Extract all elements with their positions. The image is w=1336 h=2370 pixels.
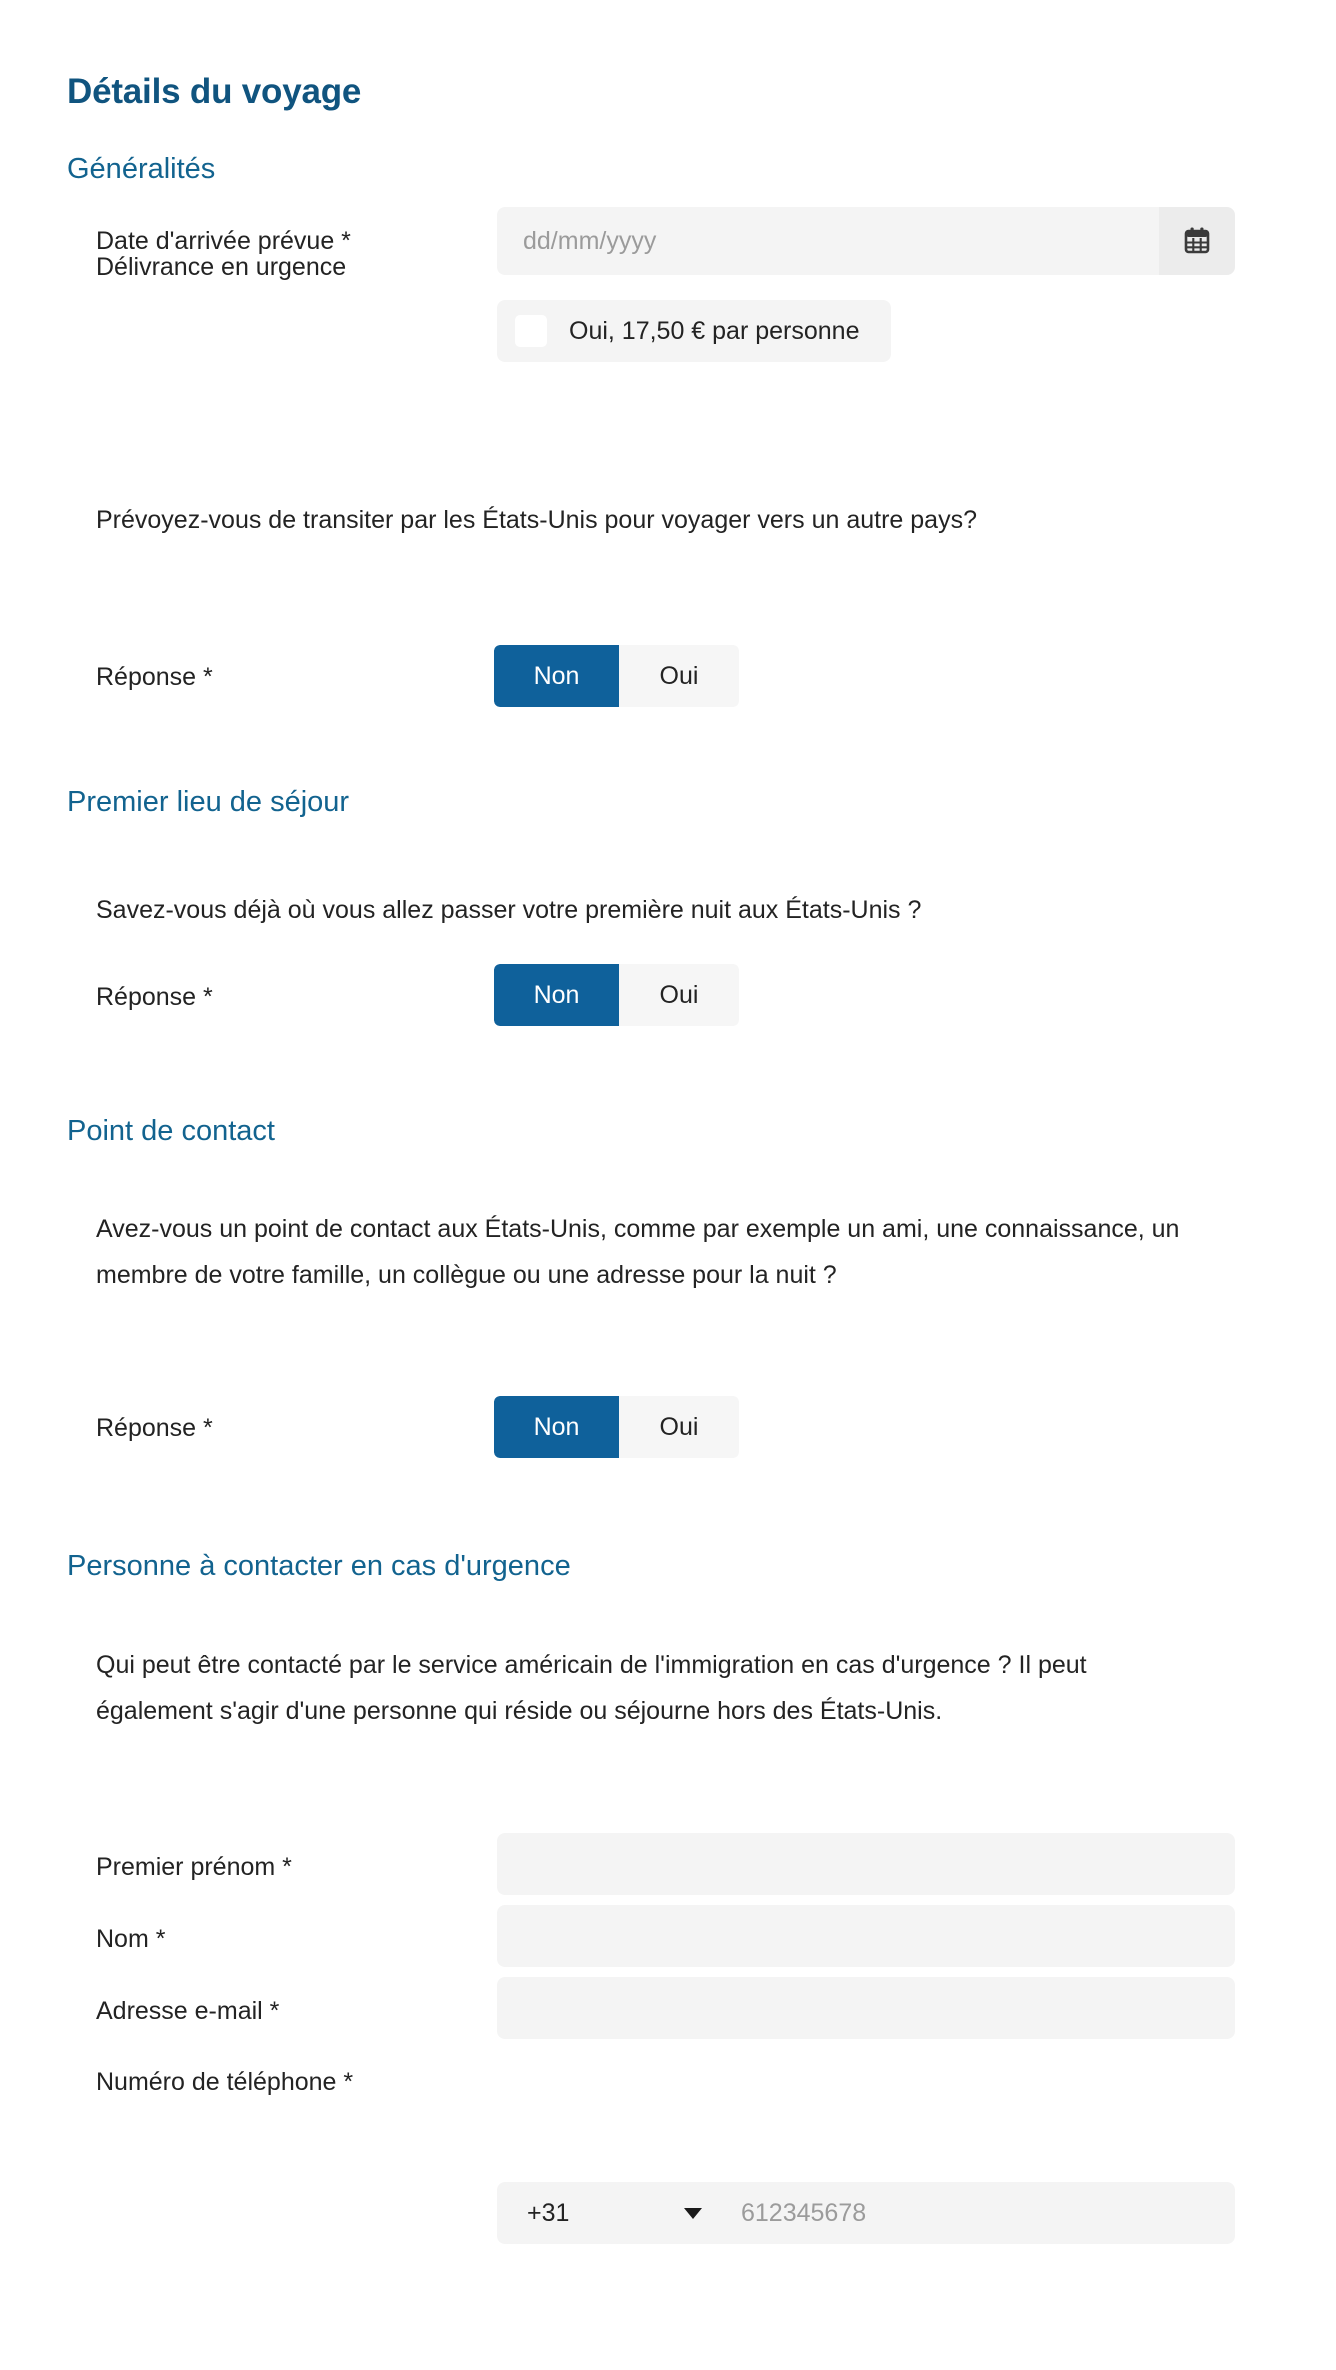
contact-point-answer-yes-button[interactable]: Oui (619, 1396, 739, 1458)
first-night-answer-yes-button[interactable]: Oui (619, 964, 739, 1026)
section-heading-personne-urgence: Personne à contacter en cas d'urgence (67, 1550, 571, 1583)
phone-number-input[interactable] (737, 2182, 1235, 2244)
emergency-contact-question-text: Qui peut être contacté par le service am… (96, 1651, 1087, 1725)
chevron-down-icon (684, 2207, 702, 2219)
contact-point-answer-no-button[interactable]: Non (494, 1396, 619, 1458)
contact-point-answer-toggle: Non Oui (494, 1396, 739, 1458)
last-name-input[interactable] (497, 1905, 1235, 1967)
phone-country-code-select[interactable]: +31 (497, 2182, 737, 2244)
date-arrival-input[interactable] (497, 207, 1159, 275)
section-heading-generalites: Généralités (67, 153, 216, 186)
calendar-picker-button[interactable] (1159, 207, 1235, 275)
transit-answer-label: Réponse * (96, 663, 213, 691)
first-night-answer-no-button[interactable]: Non (494, 964, 619, 1026)
date-arrival-field-wrapper (497, 207, 1235, 275)
first-night-question-text: Savez-vous déjà où vous allez passer vot… (96, 896, 922, 924)
first-night-answer-toggle: Non Oui (494, 964, 739, 1026)
transit-answer-toggle: Non Oui (494, 645, 739, 707)
contact-point-answer-label: Réponse * (96, 1414, 213, 1442)
section-heading-point-de-contact: Point de contact (67, 1115, 275, 1148)
section-heading-premier-lieu-de-sejour: Premier lieu de séjour (67, 786, 350, 819)
calendar-icon (1184, 227, 1210, 254)
transit-answer-no-button[interactable]: Non (494, 645, 619, 707)
phone-number-field-wrapper: +31 (497, 2182, 1235, 2244)
first-name-label: Premier prénom * (96, 1853, 292, 1881)
transit-answer-yes-button[interactable]: Oui (619, 645, 739, 707)
transit-question-text: Prévoyez-vous de transiter par les États… (96, 506, 977, 534)
email-label: Adresse e-mail * (96, 1997, 280, 2025)
page-title: Détails du voyage (67, 72, 362, 112)
travel-details-form: Détails du voyage Généralités Date d'arr… (0, 0, 1336, 2370)
email-input[interactable] (497, 1977, 1235, 2039)
contact-point-question-text: Avez-vous un point de contact aux États-… (96, 1215, 1180, 1289)
phone-country-code-value: +31 (527, 2198, 570, 2227)
urgent-delivery-checkbox-option[interactable]: Oui, 17,50 € par personne (497, 300, 892, 362)
last-name-label: Nom * (96, 1925, 166, 1953)
urgent-delivery-option-label: Oui, 17,50 € par personne (569, 316, 860, 345)
urgent-delivery-checkbox[interactable] (515, 315, 547, 347)
urgent-delivery-label: Délivrance en urgence (96, 253, 347, 281)
first-name-input[interactable] (497, 1833, 1235, 1895)
phone-number-label: Numéro de téléphone * (96, 2068, 354, 2096)
first-night-answer-label: Réponse * (96, 983, 213, 1011)
